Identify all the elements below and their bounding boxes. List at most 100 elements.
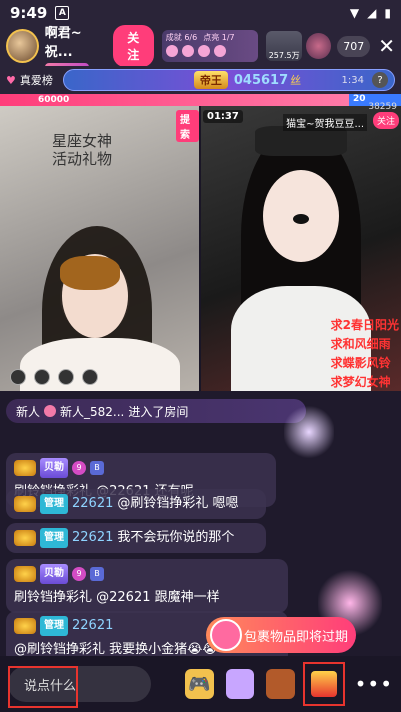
viewer-avatar[interactable] [306, 33, 332, 59]
host-video[interactable]: 星座女神 活动礼物 提索 [0, 106, 199, 391]
promo-text: 包裹物品即将过期 [244, 629, 349, 645]
effect-icon [82, 369, 98, 385]
wifi-icon: ▼ [349, 6, 360, 20]
achievement-icons [165, 45, 254, 57]
crown-icon [14, 530, 36, 546]
rank-row: ♥ 真爱榜 帝王 045617 丝 1:34 ? [0, 66, 401, 94]
close-icon[interactable]: ✕ [378, 34, 395, 58]
host-avatar[interactable] [6, 29, 39, 63]
pk-left-fill: 60000 [0, 94, 349, 106]
peer-header: 38259 猫宝~贺我豆豆... 关注 [201, 102, 401, 131]
host-info[interactable]: 啊君~祝... [44, 22, 107, 71]
achievement-text: 成就 6/6 [165, 33, 198, 42]
level-icon: 9 [72, 567, 86, 581]
bear-ears-icon [60, 256, 120, 290]
achievement-icon [213, 45, 226, 57]
role-badge: 管理 [40, 494, 68, 514]
crown-icon [14, 566, 36, 582]
chat-user[interactable]: 22621 [72, 494, 113, 514]
crown-icon [14, 496, 36, 512]
achievement-icon [181, 45, 194, 57]
enter-prefix: 新人 [16, 404, 41, 419]
signal-icon: ◢ [367, 6, 377, 20]
online-count[interactable]: 707 [337, 35, 371, 57]
fan-icon: B [90, 461, 104, 475]
overlay-line-2: 活动礼物 [52, 150, 113, 168]
chat-input-placeholder: 说点什么 [24, 678, 77, 694]
peer-count: 38259 [368, 102, 397, 112]
peer-overlay-line: 求2春日阳光 [330, 318, 399, 332]
pk-progress-bar: 60000 [0, 94, 401, 106]
role-badge: 贝勒 [40, 564, 68, 584]
enter-user-icon [44, 405, 57, 417]
peer-follow-button[interactable]: 关注 [372, 112, 399, 129]
viewer-thumb-count: 257.5万 [268, 51, 300, 60]
emperor-badge: 帝王 [193, 71, 228, 89]
status-time: 9:49 [10, 4, 48, 22]
role-badge: 管理 [40, 528, 68, 548]
chat-input[interactable]: 说点什么 [8, 666, 152, 708]
peer-overlay-line: 求蝶影风铃 [330, 356, 391, 370]
heart-icon: ♥ [6, 73, 16, 87]
chat-user[interactable]: 22621 [72, 528, 113, 548]
help-icon[interactable]: ? [372, 72, 388, 88]
settings-icon [58, 369, 74, 385]
peer-overlay-line: 求和风细雨 [330, 337, 391, 351]
pegasus-effect-icon [284, 404, 334, 460]
love-rank-button[interactable]: ♥ 真爱榜 [6, 72, 53, 88]
rank-time: 1:34 [341, 74, 364, 86]
chat-text: @刷铃铛挣彩礼 嗯嗯 [117, 496, 239, 511]
chat-text: 刷铃铛挣彩礼 @22621 跟魔神一样 [14, 590, 220, 605]
rank-score-suffix: 丝 [290, 74, 302, 87]
app-notification-icon: A [55, 6, 70, 20]
chat-message[interactable]: 管理 22621 @刷铃铛挣彩礼 嗯嗯 [6, 489, 266, 519]
room-header: 啊君~祝... 关注 成就 6/6 点亮 1/7 257.5万 707 ✕ [0, 25, 401, 71]
stream-overlay-text: 星座女神 活动礼物 [52, 132, 112, 168]
peer-nose-icon [293, 214, 309, 224]
expiring-items-promo[interactable]: 包裹物品即将过期 [206, 617, 356, 653]
bottom-bar: 说点什么 🎮 ••• [0, 656, 401, 712]
chat-message[interactable]: 管理 22621 我不会玩你说的那个 [6, 523, 266, 553]
achievement-box[interactable]: 成就 6/6 点亮 1/7 [161, 30, 258, 62]
peer-overlay-line: 求梦幻女神 [330, 375, 391, 389]
enter-user[interactable]: 新人_582... [60, 403, 124, 420]
rank-score: 045617 [233, 72, 289, 88]
rank-label: 真爱榜 [19, 74, 53, 87]
top-viewer-thumb[interactable]: 257.5万 [265, 31, 303, 61]
follow-button[interactable]: 关注 [112, 25, 154, 67]
fan-icon: B [90, 567, 104, 581]
cam-icons [10, 369, 98, 385]
more-icon[interactable]: ••• [355, 672, 393, 696]
crown-icon [14, 618, 36, 634]
game-controller-icon[interactable]: 🎮 [185, 669, 214, 699]
peer-name[interactable]: 猫宝~贺我豆豆... [283, 114, 367, 131]
chat-text: 我不会玩你说的那个 [117, 530, 235, 545]
role-badge: 贝勒 [40, 458, 68, 478]
enter-text: 进入了房间 [128, 404, 189, 419]
battery-icon: ▮ [384, 6, 391, 20]
status-icons: ▼ ◢ ▮ [350, 6, 391, 20]
overlay-line-1: 星座女神 [52, 132, 113, 150]
level-icon: 9 [72, 461, 86, 475]
enter-room-banner: 新人 新人_582... 进入了房间 [6, 399, 306, 423]
peer-rank-badge: 20 [350, 94, 369, 104]
mic-icon [34, 369, 50, 385]
peer-video[interactable]: 01:37 求2春日阳光 求和风细雨 求蝶影风铃 求梦幻女神 [201, 106, 401, 391]
achievement-icon [165, 45, 178, 57]
video-tag: 提索 [176, 110, 199, 142]
gift-box-purple-icon[interactable] [225, 669, 255, 699]
achievement-icon [197, 45, 210, 57]
treasure-chest-icon[interactable] [266, 669, 295, 699]
host-name: 啊君~祝... [44, 25, 82, 60]
crown-icon [14, 460, 36, 476]
camera-icon [10, 369, 26, 385]
role-badge: 管理 [40, 616, 68, 636]
light-up-text: 点亮 1/7 [203, 33, 235, 42]
chat-message[interactable]: 贝勒 9 B 刷铃铛挣彩礼 @22621 跟魔神一样 [6, 559, 288, 613]
peer-overlay-text: 求2春日阳光 求和风细雨 求蝶影风铃 求梦幻女神 [331, 316, 399, 391]
gift-button[interactable] [302, 662, 345, 706]
chat-user[interactable]: 22621 [72, 616, 113, 636]
gift-icon [310, 671, 337, 697]
package-icon [210, 619, 242, 651]
rank-bar[interactable]: 帝王 045617 丝 1:34 ? [62, 69, 395, 91]
